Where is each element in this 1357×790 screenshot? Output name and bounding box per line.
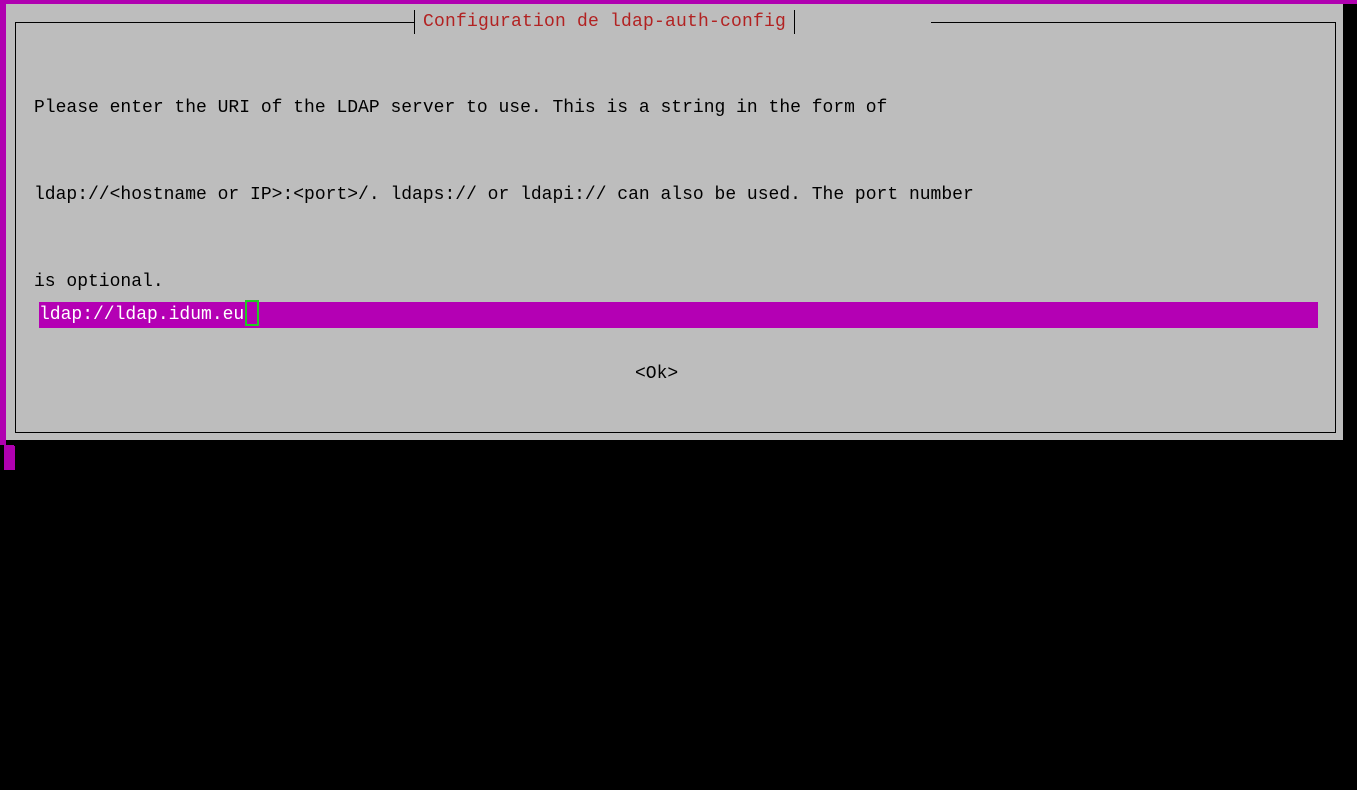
description-line: Note: It is usually a good idea to use a… [34,446,899,466]
frame-top-left-line [15,22,414,23]
ldap-uri-value: ldap://ldap.idum.eu [39,305,245,325]
dialog-title: Configuration de ldap-auth-config [406,8,803,36]
description-line: ldap://<hostname or IP>:<port>/. ldaps:/… [34,185,974,205]
ldap-uri-input[interactable]: ldap://ldap.idum.eu [39,300,1318,328]
description-line: Please enter the URI of the LDAP server … [34,98,888,118]
frame-top-right-line [931,22,1335,23]
description-line: failure in the event name service proble… [34,533,499,553]
terminal-cursor-block [4,445,15,470]
description-line [34,355,1334,384]
title-left-tick [414,10,415,34]
title-right-tick [794,10,796,34]
config-dialog: Configuration de ldap-auth-config Please… [6,4,1343,727]
dialog-title-text: Configuration de ldap-auth-config [423,12,787,32]
input-label: LDAP server Uniform Resource Identifier: [34,707,467,727]
dialog-description: Please enter the URI of the LDAP server … [34,36,1334,790]
ok-button[interactable]: <Ok> [635,360,678,388]
description-line: is optional. [34,272,164,292]
description-line [34,616,1334,645]
text-cursor [245,300,260,327]
dialog-shadow-right [1343,10,1351,446]
